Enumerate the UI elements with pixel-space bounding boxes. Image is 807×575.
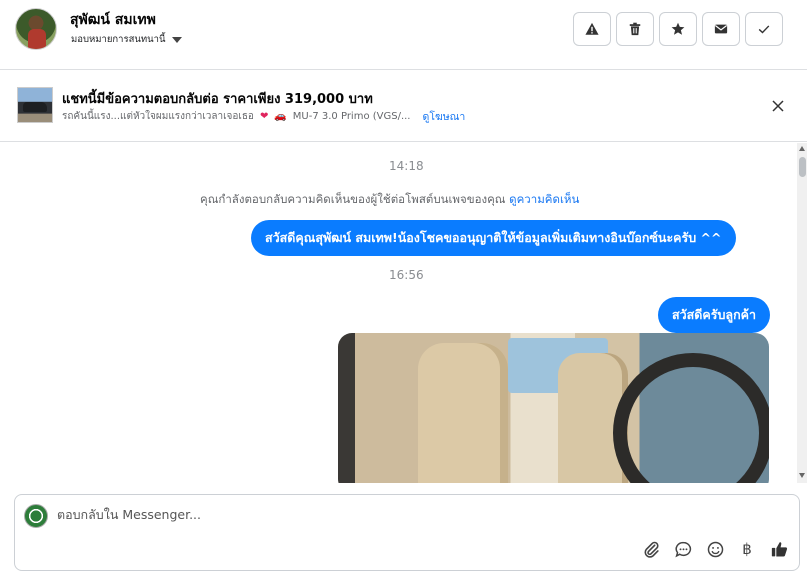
ad-model-text: MU-7 3.0 Primo (VGS/...: [292, 111, 411, 122]
warning-icon: [585, 22, 599, 35]
contact-name[interactable]: สุพัฒน์ สมเทพ: [70, 9, 156, 31]
contact-avatar[interactable]: [15, 8, 57, 50]
ad-banner-subtitle: รถคันนี้แรง...แต่หัวใจผมแรงกว่าเวลาเจอเธ…: [62, 108, 465, 125]
message-thread[interactable]: 14:18 คุณกำลังตอบกลับความคิดเห็นของผู้ใช…: [0, 143, 797, 483]
notice-text: คุณกำลังตอบกลับความคิดเห็นของผู้ใช้ต่อโพ…: [200, 192, 506, 206]
timestamp: 16:56: [389, 268, 424, 282]
ad-context-banner: แชทนี้มีข้อความตอบกลับต่อ ราคาเพียง 319,…: [0, 70, 807, 142]
reply-input[interactable]: [57, 507, 657, 522]
mark-unread-button[interactable]: [702, 12, 740, 46]
mark-done-button[interactable]: [745, 12, 783, 46]
star-button[interactable]: [659, 12, 697, 46]
view-ad-link[interactable]: ดูโฆษณา: [423, 108, 466, 125]
scrollbar[interactable]: [797, 143, 807, 483]
ad-thumbnail[interactable]: [17, 87, 53, 123]
caret-down-icon: [171, 36, 182, 43]
timestamp: 14:18: [389, 159, 424, 173]
ad-subtitle-text: รถคันนี้แรง...แต่หัวใจผมแรงกว่าเวลาเจอเธ…: [62, 111, 254, 122]
scrollbar-thumb[interactable]: [799, 157, 806, 177]
heart-icon: ❤: [259, 111, 269, 122]
spam-button[interactable]: [573, 12, 611, 46]
car-interior-photo[interactable]: [338, 333, 769, 483]
attach-button[interactable]: [640, 538, 662, 560]
reply-composer: ฿: [14, 494, 800, 571]
close-banner-button[interactable]: [768, 96, 788, 116]
photo-seat: [418, 343, 508, 483]
outgoing-message[interactable]: สวัสดีคุณสุพัฒน์ สมเทพ!น้องโชคขออนุญาติใ…: [251, 220, 736, 256]
baht-icon: ฿: [742, 540, 752, 558]
conversation-header: สุพัฒน์ สมเทพ มอบหมายการสนทนานี้: [0, 0, 807, 70]
ad-banner-title: แชทนี้มีข้อความตอบกลับต่อ ราคาเพียง 319,…: [62, 92, 373, 107]
scroll-up-icon[interactable]: [799, 146, 805, 151]
chat-bubble-icon: [674, 541, 691, 557]
saved-replies-button[interactable]: [672, 538, 694, 560]
car-icon: 🚗: [274, 111, 287, 122]
view-comment-link[interactable]: ดูความคิดเห็น: [509, 192, 579, 206]
star-icon: [671, 22, 685, 35]
payment-button[interactable]: ฿: [736, 538, 758, 560]
emoji-button[interactable]: [704, 538, 726, 560]
trash-icon: [629, 22, 641, 36]
delete-button[interactable]: [616, 12, 654, 46]
scroll-down-icon[interactable]: [799, 473, 805, 478]
messenger-conversation-window: สุพัฒน์ สมเทพ มอบหมายการสนทนานี้ แชทนี้ม…: [0, 0, 807, 575]
assign-label: มอบหมายการสนทนานี้: [71, 34, 166, 45]
check-icon: [758, 25, 770, 34]
envelope-icon: [714, 24, 728, 34]
thumbs-up-icon: [771, 541, 787, 557]
close-icon: [772, 100, 784, 112]
outgoing-message[interactable]: สวัสดีครับลูกค้า: [658, 297, 771, 333]
photo-steering-wheel: [613, 353, 769, 483]
assign-conversation-dropdown[interactable]: มอบหมายการสนทนานี้: [71, 32, 182, 47]
comment-reply-notice: คุณกำลังตอบกลับความคิดเห็นของผู้ใช้ต่อโพ…: [200, 191, 579, 209]
page-avatar: [24, 504, 48, 528]
like-button[interactable]: [768, 538, 790, 560]
smiley-icon: [707, 541, 723, 557]
paperclip-icon: [644, 541, 659, 558]
